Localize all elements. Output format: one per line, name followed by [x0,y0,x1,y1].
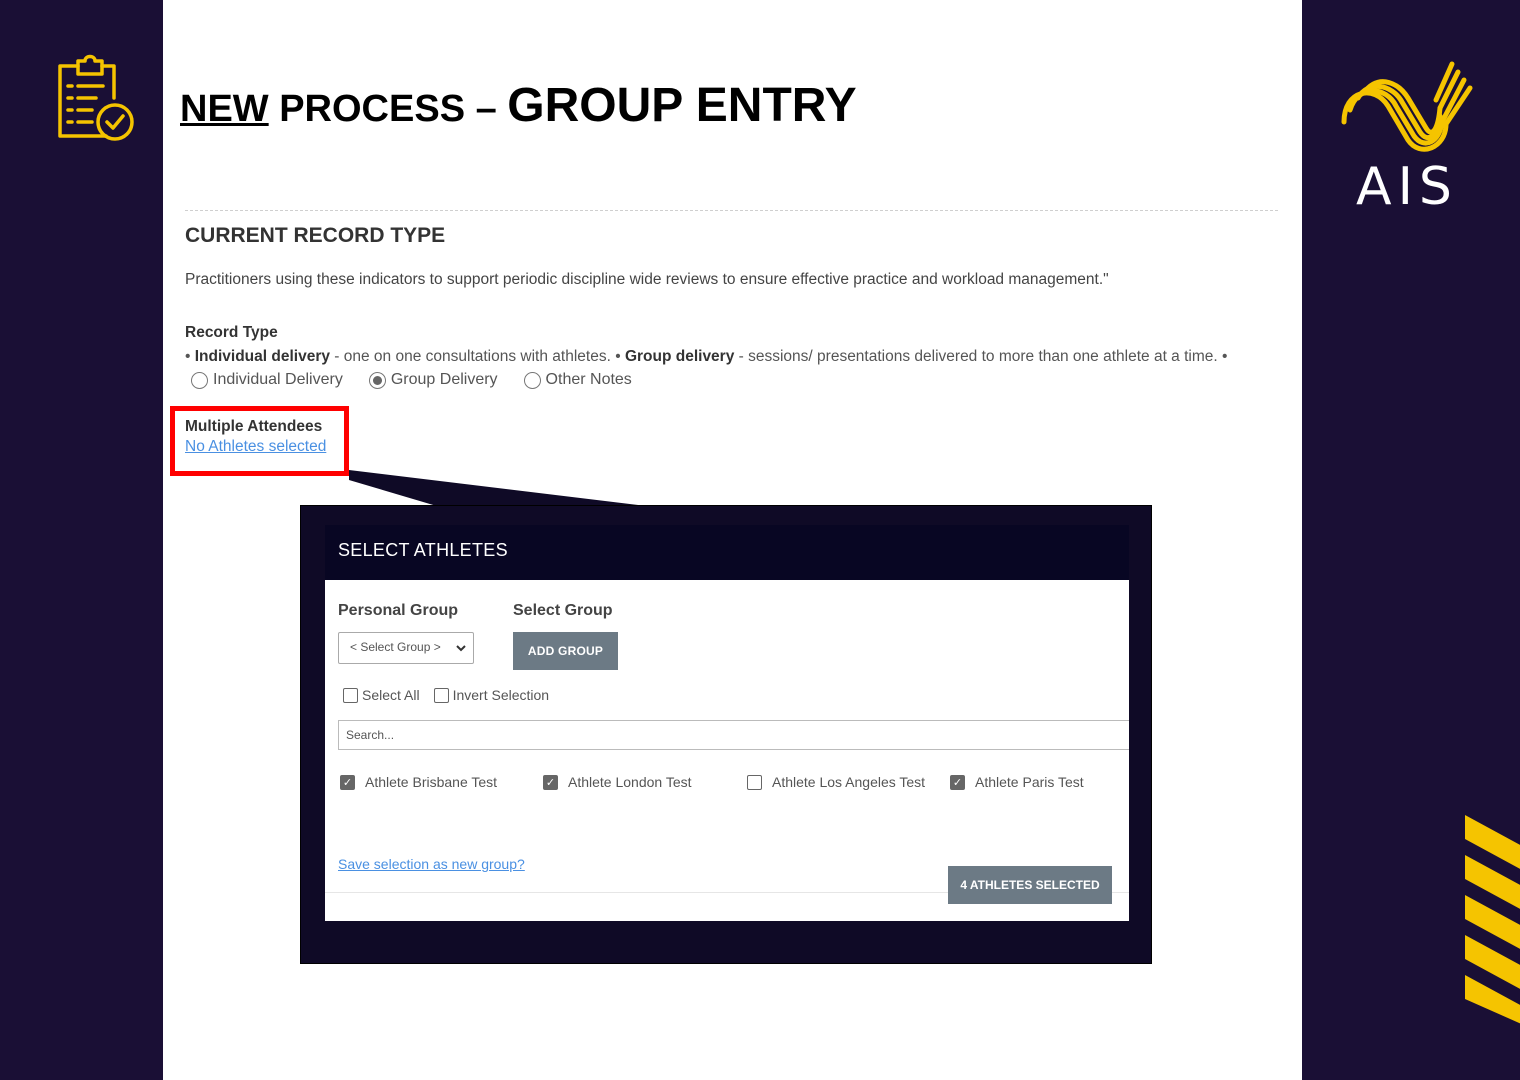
checkbox-box[interactable] [343,687,358,703]
radio-circle[interactable] [523,371,541,389]
right-sidebar-panel: AIS [1302,0,1520,1080]
selection-controls: Select All Invert Selection [343,687,563,703]
highlight-box [170,406,349,476]
left-sidebar-panel [0,0,163,1080]
personal-group-select[interactable]: < Select Group > [338,632,474,664]
invert-selection-checkbox[interactable]: Invert Selection [433,687,549,703]
save-selection-link[interactable]: Save selection as new group? [338,856,525,872]
athlete-search-input[interactable]: Search... [338,720,1129,750]
radio-individual-delivery[interactable]: Individual Delivery [191,371,343,389]
checkbox-checked[interactable] [950,774,965,790]
title-group-entry: GROUP ENTRY [507,79,857,132]
athletes-selected-button[interactable]: 4 ATHLETES SELECTED [948,866,1112,904]
athlete-checkbox-brisbane[interactable]: Athlete Brisbane Test [340,774,497,790]
clipboard-check-icon [58,54,134,141]
ais-logo-text: AIS [1356,157,1458,217]
title-process: PROCESS – [268,88,508,130]
athlete-checkbox-los-angeles[interactable]: Athlete Los Angeles Test [747,774,925,790]
ais-logo-icon [1341,61,1473,152]
radio-other-notes[interactable]: Other Notes [523,371,632,389]
add-group-button[interactable]: ADD GROUP [513,632,618,670]
personal-group-label: Personal Group [338,602,459,619]
modal-title: SELECT ATHLETES [338,540,508,560]
section-heading: CURRENT RECORD TYPE [185,224,446,247]
record-type-help: • Individual delivery - one on one consu… [185,348,1228,365]
record-type-radio-group: Individual Delivery Group Delivery Other… [191,371,658,389]
checkbox-checked[interactable] [543,774,558,790]
decorative-stripes-icon [1465,815,1520,1024]
checkbox-unchecked[interactable] [747,774,762,790]
section-description: Practitioners using these indicators to … [185,271,1109,288]
record-type-label: Record Type [185,324,278,341]
radio-circle-selected[interactable] [368,371,386,389]
title-new: NEW [180,88,269,130]
modal-header: SELECT ATHLETES [325,525,1129,580]
radio-circle[interactable] [191,371,208,389]
checkbox-box[interactable] [433,687,449,703]
slide-title: NEW PROCESS – GROUP ENTRY [180,78,857,133]
athlete-checkbox-london[interactable]: Athlete London Test [543,774,692,790]
athlete-checkbox-paris[interactable]: Athlete Paris Test [950,774,1084,790]
radio-group-delivery[interactable]: Group Delivery [368,371,498,389]
checkbox-checked[interactable] [340,774,355,790]
section-divider [185,210,1278,211]
select-all-checkbox[interactable]: Select All [343,687,420,703]
chevron-down-icon [456,645,466,652]
select-group-label: Select Group [513,602,613,619]
